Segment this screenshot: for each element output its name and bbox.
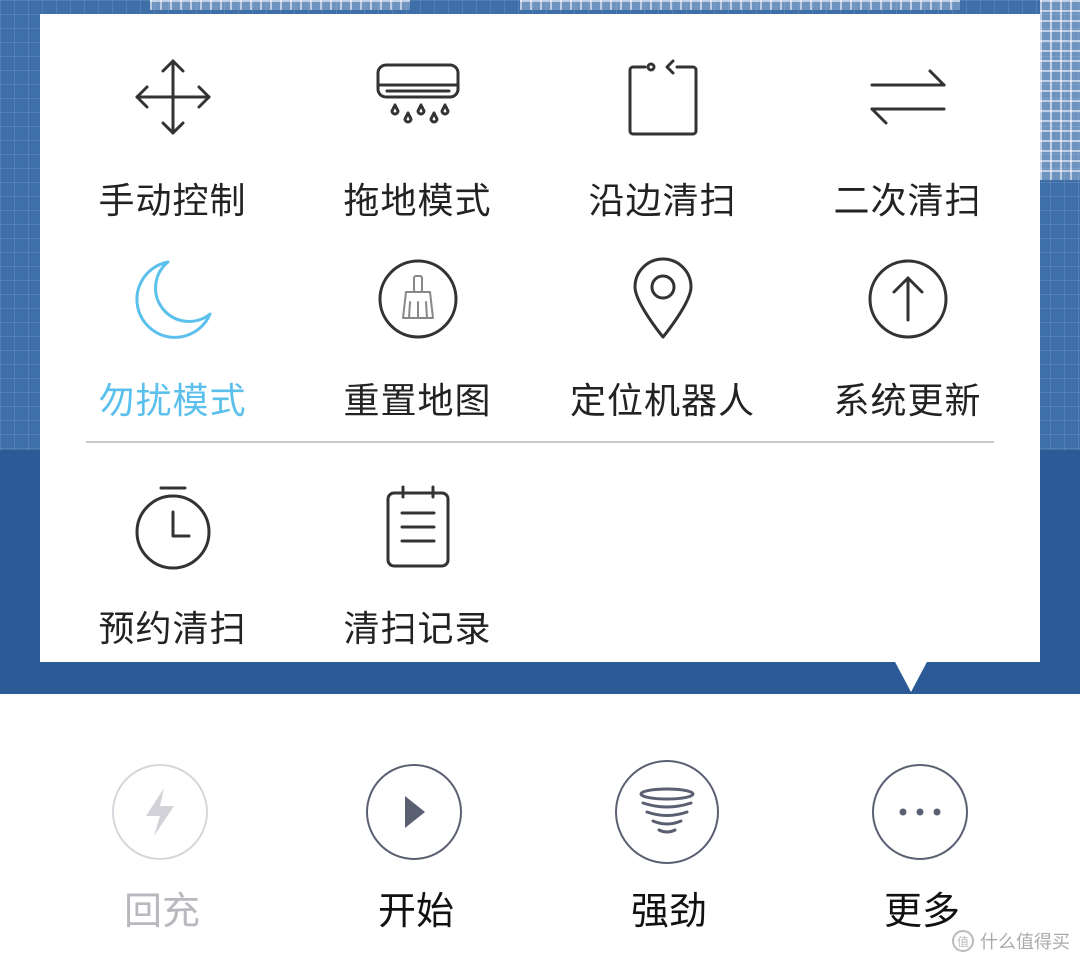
menu-item-label: 重置地图 [343,381,492,422]
menu-item-label: 定位机器人 [569,381,755,422]
menu-item-label: 拖地模式 [343,181,492,222]
moon-icon [130,256,216,342]
menu-item-manual-control[interactable]: 手动控制 [50,54,295,224]
menu-item-second-clean[interactable]: 二次清扫 [785,54,1030,224]
more-label: 更多 [883,889,960,933]
watermark-logo-icon: 值 [952,930,974,952]
menu-divider [86,441,994,443]
menu-item-clean-history[interactable]: 清扫记录 [295,484,540,654]
panel-pointer [894,660,928,692]
move-arrows-icon [130,54,216,140]
menu-item-system-update[interactable]: 系统更新 [785,256,1030,426]
menu-item-label: 勿扰模式 [98,381,247,422]
broom-icon [375,256,461,342]
bottom-action-bar: 回充 开始 强劲 更多 值 什么值得买 [0,694,1080,964]
menu-item-do-not-disturb[interactable]: 勿扰模式 [50,256,295,426]
map-room [1040,0,1080,180]
start-button[interactable]: 开始 [326,764,506,944]
edge-clean-icon [620,54,706,140]
menu-item-label: 沿边清扫 [588,181,737,222]
menu-item-label: 系统更新 [833,381,982,422]
menu-item-label: 二次清扫 [833,181,982,222]
more-dots-icon [872,764,968,860]
map-room [150,0,410,10]
menu-item-edge-clean[interactable]: 沿边清扫 [540,54,785,224]
menu-item-label: 手动控制 [98,181,247,222]
watermark: 值 什么值得买 [952,928,1070,954]
menu-item-label: 清扫记录 [343,609,492,650]
start-label: 开始 [377,889,454,933]
menu-item-reset-map[interactable]: 重置地图 [295,256,540,426]
recharge-button[interactable]: 回充 [72,764,252,944]
menu-item-scheduled-clean[interactable]: 预约清扫 [50,484,295,654]
more-button[interactable]: 更多 [832,764,1012,944]
timer-icon [130,484,216,570]
recharge-label: 回充 [123,889,200,933]
location-pin-icon [620,256,706,342]
mop-water-icon [375,54,461,140]
menu-item-label: 预约清扫 [98,609,247,650]
play-icon [366,764,462,860]
lightning-icon [112,764,208,860]
menu-item-locate-robot[interactable]: 定位机器人 [540,256,785,426]
upload-arrow-icon [865,256,951,342]
menu-item-mop-mode[interactable]: 拖地模式 [295,54,540,224]
clipboard-icon [375,484,461,570]
tornado-icon [615,760,719,864]
watermark-text: 什么值得买 [980,932,1070,953]
swap-arrows-icon [865,54,951,140]
map-room [520,0,960,10]
more-menu-panel: 手动控制 拖地模式 沿边清扫 二次清扫 勿扰模式 重置地图 定位机器人 系统更新… [40,14,1040,662]
suction-power-label: 强劲 [630,889,707,933]
suction-power-button[interactable]: 强劲 [579,760,759,944]
